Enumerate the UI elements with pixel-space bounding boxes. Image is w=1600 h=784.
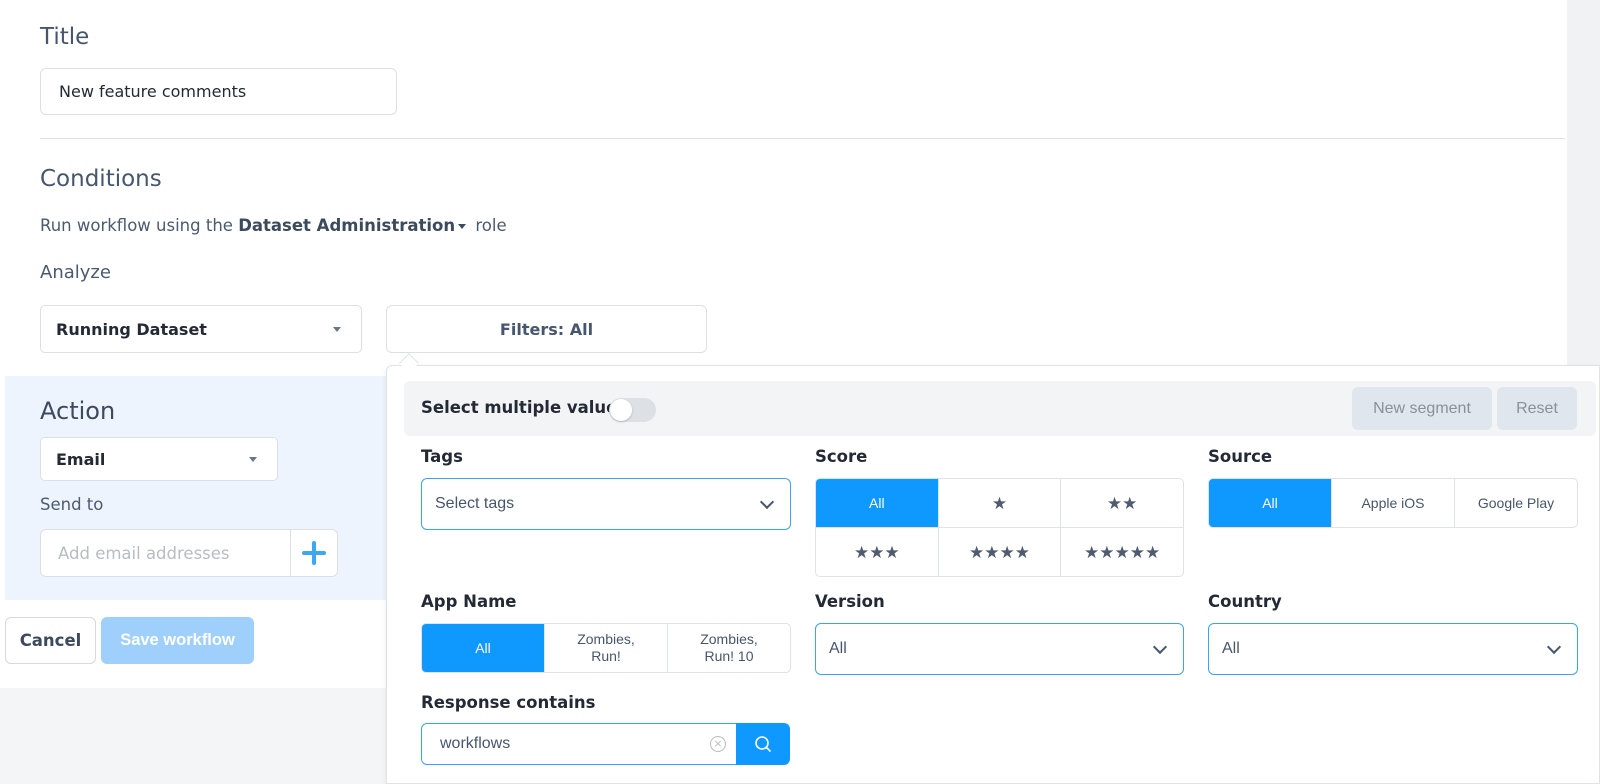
- dataset-select-value: Running Dataset: [56, 319, 207, 339]
- score-option-1-star[interactable]: ★: [938, 479, 1061, 527]
- role-line: Run workflow using the Dataset Administr…: [40, 216, 507, 235]
- select-multiple-label: Select multiple values: [421, 398, 628, 417]
- role-prefix: Run workflow using the: [40, 216, 233, 235]
- country-value: All: [1222, 640, 1240, 657]
- source-option-all[interactable]: All: [1209, 479, 1331, 527]
- source-label: Source: [1208, 447, 1273, 466]
- version-label: Version: [815, 592, 885, 611]
- role-dropdown[interactable]: Dataset Administration: [238, 216, 470, 235]
- app-name-options: All Zombies, Run! Zombies, Run! 10: [421, 623, 791, 673]
- plus-icon: [302, 541, 326, 565]
- app-option-all[interactable]: All: [422, 624, 544, 672]
- version-select[interactable]: All: [815, 623, 1184, 675]
- search-icon: [755, 736, 771, 752]
- source-options: All Apple iOS Google Play: [1208, 478, 1578, 528]
- source-option-apple-ios[interactable]: Apple iOS: [1332, 479, 1454, 527]
- dataset-select[interactable]: Running Dataset: [40, 305, 362, 353]
- clear-icon[interactable]: ×: [710, 736, 726, 752]
- country-label: Country: [1208, 592, 1282, 611]
- score-option-3-stars[interactable]: ★★★: [816, 528, 938, 576]
- filters-button[interactable]: Filters: All: [386, 305, 707, 353]
- caret-down-icon: [458, 224, 467, 229]
- search-button[interactable]: [736, 723, 790, 765]
- action-select[interactable]: Email: [40, 437, 278, 481]
- caret-down-icon: [249, 457, 257, 462]
- response-contains-label: Response contains: [421, 693, 596, 712]
- reset-button[interactable]: Reset: [1497, 387, 1577, 430]
- version-value: All: [829, 640, 847, 657]
- section-divider: [40, 138, 1565, 139]
- response-search: workflows ×: [421, 723, 790, 765]
- country-select[interactable]: All: [1208, 623, 1578, 675]
- add-email-button[interactable]: [290, 529, 338, 577]
- role-suffix: role: [475, 216, 507, 235]
- app-name-label: App Name: [421, 592, 517, 611]
- score-option-5-stars[interactable]: ★★★★★: [1061, 528, 1183, 576]
- chevron-down-icon: [759, 494, 775, 510]
- tags-select[interactable]: Select tags: [421, 478, 791, 530]
- conditions-heading: Conditions: [40, 166, 162, 192]
- analyze-label: Analyze: [40, 262, 111, 283]
- score-option-2-stars[interactable]: ★★: [1061, 479, 1183, 527]
- score-option-all[interactable]: All: [816, 479, 938, 527]
- title-input[interactable]: New feature comments: [40, 68, 397, 115]
- toggle-knob: [610, 399, 632, 421]
- new-segment-button[interactable]: New segment: [1352, 387, 1492, 430]
- email-input[interactable]: Add email addresses: [40, 529, 291, 577]
- chevron-down-icon: [1546, 639, 1562, 655]
- role-name: Dataset Administration: [238, 216, 456, 235]
- tags-placeholder: Select tags: [435, 495, 515, 512]
- select-multiple-toggle[interactable]: [609, 398, 656, 422]
- title-heading: Title: [40, 24, 90, 50]
- caret-down-icon: [333, 327, 341, 332]
- score-options: All ★ ★★ ★★★ ★★★★ ★★★★★: [815, 478, 1184, 577]
- save-workflow-button[interactable]: Save workflow: [101, 617, 254, 664]
- action-heading: Action: [40, 397, 116, 425]
- cancel-button[interactable]: Cancel: [5, 617, 96, 664]
- send-to-label: Send to: [40, 495, 104, 514]
- source-option-google-play[interactable]: Google Play: [1455, 479, 1577, 527]
- tags-label: Tags: [421, 447, 463, 466]
- app-option-zombies-run-10[interactable]: Zombies, Run! 10: [668, 624, 790, 672]
- response-input[interactable]: workflows: [421, 723, 736, 765]
- score-label: Score: [815, 447, 868, 466]
- app-option-zombies-run[interactable]: Zombies, Run!: [545, 624, 667, 672]
- action-select-value: Email: [56, 449, 106, 469]
- chevron-down-icon: [1152, 639, 1168, 655]
- score-option-4-stars[interactable]: ★★★★: [938, 528, 1061, 576]
